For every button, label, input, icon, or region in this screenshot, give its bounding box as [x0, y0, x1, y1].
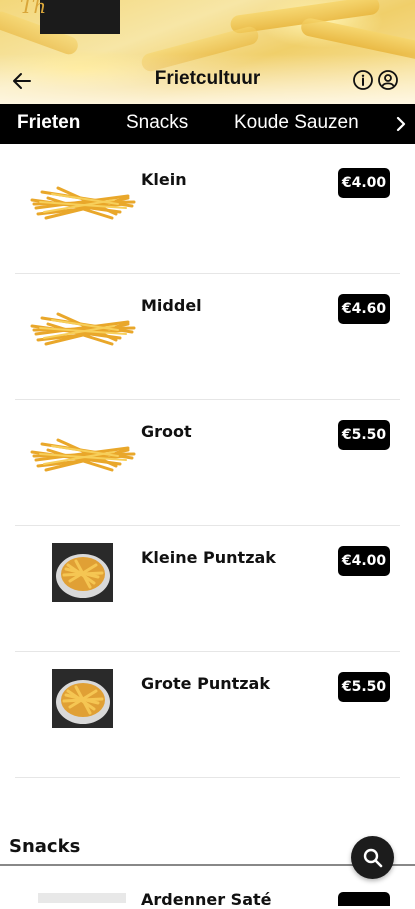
account-button[interactable]: [377, 69, 399, 91]
tabs-scroll-right-button[interactable]: [387, 104, 415, 144]
product-name: Grote Puntzak: [141, 674, 270, 693]
info-icon: [353, 70, 373, 90]
user-circle-icon: [378, 70, 398, 90]
puntzak-image: [52, 669, 113, 728]
restaurant-logo: Th: [20, 0, 120, 34]
product-name: Middel: [141, 296, 202, 315]
search-icon: [363, 848, 382, 867]
price-badge: €5.50: [338, 672, 390, 702]
tab-frieten[interactable]: Frieten: [17, 112, 80, 134]
product-item[interactable]: Middel €4.60: [0, 274, 415, 400]
product-name: Kleine Puntzak: [141, 548, 276, 567]
product-name: Klein: [141, 170, 187, 189]
fries-image: [30, 438, 136, 472]
tab-koude-sauzen[interactable]: Koude Sauzen: [234, 112, 359, 134]
product-name: Groot: [141, 422, 192, 441]
product-item[interactable]: Groot €5.50: [0, 400, 415, 526]
product-image-partial: [38, 893, 126, 903]
tab-snacks[interactable]: Snacks: [126, 112, 188, 134]
fries-image: [30, 186, 136, 220]
puntzak-image: [52, 543, 113, 602]
product-item[interactable]: Grote Puntzak €5.50: [0, 652, 415, 778]
section-title-snacks: Snacks: [9, 836, 81, 857]
chevron-right-icon: [396, 116, 406, 132]
search-button[interactable]: [351, 836, 394, 879]
app-header: Frietcultuur: [0, 58, 415, 102]
price-badge: €5.50: [338, 420, 390, 450]
price-badge: €4.00: [338, 168, 390, 198]
divider: [15, 777, 400, 778]
price-badge-partial: [338, 892, 390, 906]
product-item[interactable]: Klein €4.00: [0, 148, 415, 274]
fries-image: [30, 312, 136, 346]
category-tabs: Frieten Snacks Koude Sauzen: [0, 104, 415, 144]
product-item[interactable]: Kleine Puntzak €4.00: [0, 526, 415, 652]
price-badge: €4.00: [338, 546, 390, 576]
price-badge: €4.60: [338, 294, 390, 324]
info-button[interactable]: [352, 69, 374, 91]
